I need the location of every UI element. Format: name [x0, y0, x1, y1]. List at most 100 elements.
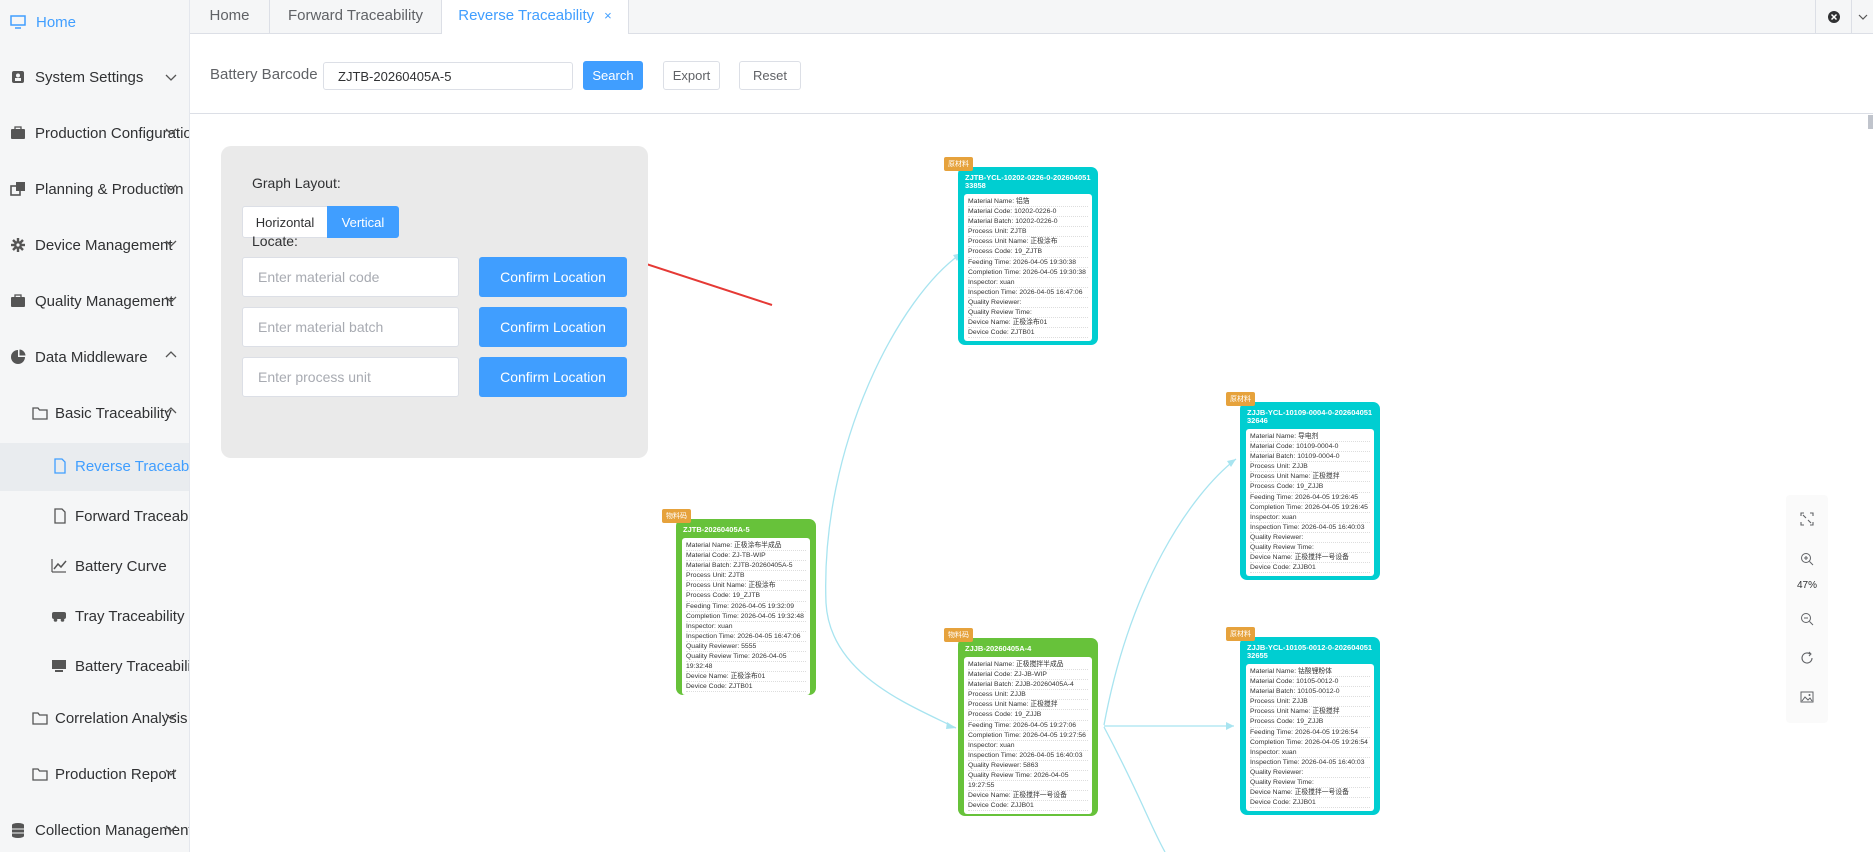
node-field: Material Code: ZJ-TB-WIP: [686, 551, 806, 562]
battery-barcode-input[interactable]: [323, 62, 573, 90]
chevron-down-icon: [1858, 14, 1867, 20]
sidebar-item-basic-traceability[interactable]: Basic Traceability: [0, 390, 189, 438]
node-field: Quality Reviewer:: [968, 298, 1088, 309]
node-field: Device Name: 正极涂布01: [686, 672, 806, 683]
node-field: Quality Review Time: 2026-04-05: [968, 771, 1088, 782]
node-title: ZJTB-20260405A-5: [683, 525, 750, 534]
trace-node-raw-material[interactable]: 原材料 ZJTB-YCL-10202-0226-0-20260405133858…: [944, 157, 1098, 345]
sidebar-item-device-management[interactable]: Device Management: [0, 222, 189, 270]
node-type-tag: 原材料: [1226, 392, 1255, 406]
node-field: Material Code: 10105-0012-0: [1250, 677, 1370, 688]
node-details: Material Name: 正极搅拌半成品 Material Code: ZJ-…: [964, 657, 1092, 815]
node-field: Process Unit Name: 正极涂布: [968, 237, 1088, 248]
confirm-location-material-batch-button[interactable]: Confirm Location: [479, 307, 627, 347]
sidebar-item-home[interactable]: Home: [0, 0, 189, 48]
node-field: Quality Review Time:: [1250, 543, 1370, 554]
node-field: Inspector: xuan: [1250, 748, 1370, 758]
node-field: Process Code: 19_ZJJB: [1250, 482, 1370, 493]
sidebar-item-reverse-traceability[interactable]: Reverse Traceability: [0, 443, 189, 491]
zoom-out-icon: [1801, 613, 1814, 626]
node-field: Material Batch: 10202-0226-0: [968, 217, 1088, 228]
trace-graph-canvas[interactable]: Graph Layout: Horizontal Vertical Locate…: [190, 115, 1873, 852]
process-unit-input[interactable]: [242, 357, 459, 397]
monitor-icon: [52, 660, 66, 672]
trace-node-raw-material[interactable]: 原材料 ZJJB-YCL-10105-0012-0-20260405132655…: [1226, 627, 1380, 815]
search-button[interactable]: Search: [583, 61, 643, 90]
node-field: Material Name: 钴酸锂粉体: [1250, 667, 1370, 678]
chevron-down-icon: [165, 296, 177, 303]
sidebar-item-label: Battery Curve: [75, 558, 167, 575]
sidebar-item-collection-management[interactable]: Collection Management: [0, 807, 189, 852]
chevron-down-icon: [165, 128, 177, 135]
node-field: Completion Time: 2026-04-05 19:26:45: [1250, 503, 1370, 513]
node-title: ZJJB-YCL-10109-0004-0-20260405132646: [1247, 408, 1373, 425]
material-batch-input[interactable]: [242, 307, 459, 347]
sidebar-item-data-middleware[interactable]: Data Middleware: [0, 334, 189, 382]
sidebar-item-label: System Settings: [35, 69, 144, 86]
layout-locate-panel: Graph Layout: Horizontal Vertical Locate…: [221, 146, 648, 458]
zoom-in-button[interactable]: [1786, 548, 1828, 570]
reset-button[interactable]: Reset: [739, 61, 801, 90]
sidebar-item-system-settings[interactable]: System Settings: [0, 53, 189, 101]
node-field: Feeding Time: 2026-04-05 19:26:54: [1250, 728, 1370, 738]
node-field: Inspector: xuan: [968, 278, 1088, 288]
node-field: Device Code: ZJJB01: [968, 801, 1088, 812]
briefcase-icon: [11, 294, 25, 307]
sidebar-item-planning-production[interactable]: Planning & Production: [0, 166, 189, 214]
refresh-button[interactable]: [1786, 647, 1828, 669]
node-field: Quality Reviewer: 5555: [686, 642, 806, 653]
sidebar-item-battery-traceability[interactable]: Battery Traceability: [0, 643, 189, 691]
tab-bar: Home Forward Traceability Reverse Tracea…: [190, 0, 1873, 35]
export-button[interactable]: Export: [663, 61, 720, 90]
node-title: ZJJB-YCL-10105-0012-0-20260405132655: [1247, 643, 1373, 660]
sidebar-item-quality-management[interactable]: Quality Management: [0, 278, 189, 326]
node-field: Inspection Time: 2026-04-05 16:40:03: [968, 751, 1088, 761]
close-all-tabs-button[interactable]: [1815, 0, 1851, 34]
node-field: Process Unit: ZJJB: [1250, 697, 1370, 708]
node-field: Feeding Time: 2026-04-05 19:26:45: [1250, 493, 1370, 503]
sidebar-item-forward-traceability[interactable]: Forward Traceability: [0, 493, 189, 541]
graph-toolbar: 47%: [1786, 495, 1828, 723]
tab-home[interactable]: Home: [190, 0, 270, 34]
close-circle-icon: [1827, 11, 1840, 23]
material-code-input[interactable]: [242, 257, 459, 297]
node-field: 19:27:55: [968, 781, 1088, 792]
sidebar-item-battery-curve[interactable]: Battery Curve: [0, 543, 189, 591]
scrollbar-thumb[interactable]: [1868, 115, 1873, 129]
tab-forward-traceability[interactable]: Forward Traceability: [270, 0, 442, 34]
trace-node-battery[interactable]: 物料码 ZJTB-20260405A-5 Material Name: 正极涂布…: [662, 509, 816, 696]
sidebar-item-tray-traceability[interactable]: Tray Traceability: [0, 593, 189, 641]
fit-screen-button[interactable]: [1786, 508, 1828, 530]
node-field: Inspection Time: 2026-04-05 16:47:06: [686, 632, 806, 642]
tab-label: Forward Traceability: [287, 7, 424, 24]
close-icon[interactable]: ×: [604, 8, 612, 23]
trace-node-raw-material[interactable]: 原材料 ZJJB-YCL-10109-0004-0-20260405132646…: [1226, 392, 1380, 580]
confirm-location-material-code-button[interactable]: Confirm Location: [479, 257, 627, 297]
sidebar-item-production-report[interactable]: Production Report: [0, 751, 189, 799]
battery-barcode-label: Battery Barcode: [210, 66, 318, 83]
chevron-down-icon: [165, 240, 177, 247]
tab-reverse-traceability[interactable]: Reverse Traceability ×: [442, 0, 629, 35]
sidebar-item-label: Data Middleware: [35, 349, 148, 366]
vertical-layout-button[interactable]: Vertical: [327, 206, 399, 238]
sidebar-item-production-configuration[interactable]: Production Configuration: [0, 110, 189, 158]
trace-node-slurry[interactable]: 物料码 ZJJB-20260405A-4 Material Name: 正极搅拌…: [944, 628, 1098, 816]
confirm-location-process-unit-button[interactable]: Confirm Location: [479, 357, 627, 397]
chevron-down-icon: [165, 825, 177, 832]
tabs-more-button[interactable]: [1851, 0, 1873, 34]
export-image-button[interactable]: [1786, 686, 1828, 708]
node-field: Quality Reviewer:: [1250, 768, 1370, 779]
line-chart-icon: [51, 559, 67, 573]
node-field: Device Name: 正极搅拌一号设备: [1250, 788, 1370, 799]
node-type-tag: 原材料: [1226, 627, 1255, 641]
node-field: 19:32:48: [686, 662, 806, 673]
sidebar-item-correlation-analysis[interactable]: Correlation Analysis: [0, 695, 189, 743]
zoom-out-button[interactable]: [1786, 608, 1828, 630]
sidebar-item-label: Basic Traceability: [55, 405, 172, 422]
node-field: Process Code: 19_ZJJB: [968, 710, 1088, 721]
node-field: Completion Time: 2026-04-05 19:27:56: [968, 731, 1088, 741]
node-field: Process Unit Name: 正极搅拌: [1250, 472, 1370, 483]
sidebar: Home System Settings Production Configur…: [0, 0, 190, 852]
vertical-scrollbar[interactable]: [1867, 115, 1873, 852]
node-details: Material Name: 铝箔 Material Code: 10202-02…: [964, 194, 1092, 342]
